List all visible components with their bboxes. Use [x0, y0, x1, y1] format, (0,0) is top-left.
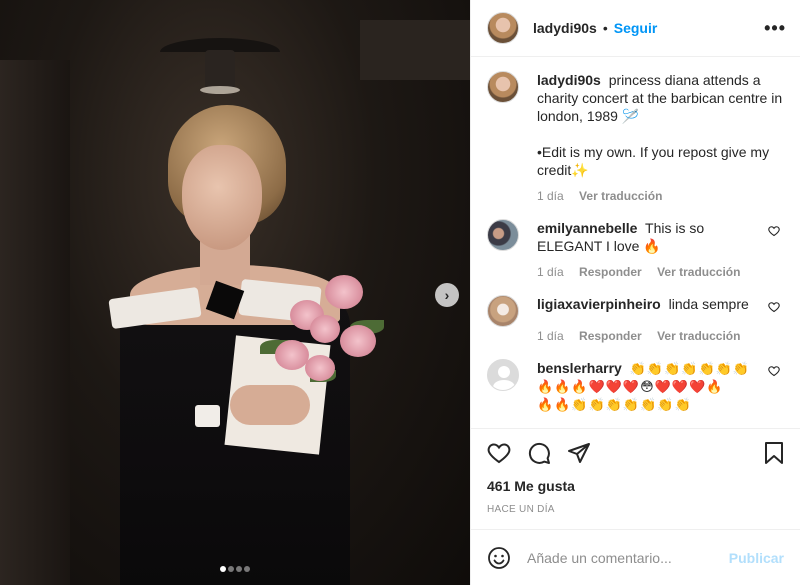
share-paper-plane-icon[interactable]: [565, 439, 593, 467]
comment-username[interactable]: benslerharry: [537, 360, 622, 376]
photo-background-wall: [0, 60, 70, 585]
more-options-icon[interactable]: •••: [764, 18, 786, 39]
comment-age: 1 día: [537, 329, 564, 343]
author-username[interactable]: ladydi90s: [533, 20, 597, 36]
post-photo[interactable]: ›: [0, 0, 470, 585]
post-sidebar: ladydi90s • Seguir ••• ladydi90s princes…: [470, 0, 800, 585]
caption-avatar[interactable]: [487, 71, 519, 103]
comment-avatar[interactable]: [487, 359, 519, 391]
caption-age: 1 día: [537, 189, 564, 203]
comment-text-line-3: 🔥🔥👏👏👏👏👏👏👏: [537, 397, 692, 412]
comment-item: emilyannebelle This is so ELEGANT I love…: [487, 219, 784, 281]
carousel-indicator: [0, 559, 470, 575]
comment-text: linda sempre: [668, 296, 749, 312]
comment-translate-link[interactable]: Ver traducción: [657, 265, 740, 279]
comment-reply-link[interactable]: Responder: [579, 265, 642, 279]
save-bookmark-icon[interactable]: [760, 439, 788, 467]
separator-dot: •: [602, 20, 608, 36]
comment-composer: Publicar: [471, 529, 800, 585]
caption-credit-text: •Edit is my own. If you repost give my c…: [537, 144, 770, 178]
comment-like-heart-icon[interactable]: [768, 219, 784, 281]
post-header: ladydi90s • Seguir •••: [471, 0, 800, 57]
post-timestamp: HACE UN DÍA: [487, 504, 555, 515]
comment-item: benslerharry 👏👏👏👏👏👏👏 🔥🔥🔥❤️❤️❤️😳❤️❤️❤️🔥 🔥…: [487, 359, 784, 414]
carousel-dot: [228, 566, 234, 572]
comment-avatar[interactable]: [487, 295, 519, 327]
photo-ceiling-panel: [360, 20, 470, 80]
comment-meta: 1 día Responder Ver traducción: [537, 327, 768, 345]
comment-username[interactable]: emilyannebelle: [537, 220, 637, 236]
comment-item: ligiaxavierpinheiro linda sempre 1 día R…: [487, 295, 784, 345]
photo-bouquet: [250, 270, 390, 400]
comment-text-line-2: 🔥🔥🔥❤️❤️❤️😳❤️❤️❤️🔥: [537, 379, 724, 394]
publish-button[interactable]: Publicar: [729, 550, 784, 566]
likes-count[interactable]: 461 Me gusta: [471, 476, 800, 494]
carousel-dot: [236, 566, 242, 572]
caption-meta: 1 día Ver traducción: [537, 187, 784, 205]
comment-reply-link[interactable]: Responder: [579, 329, 642, 343]
caption-username[interactable]: ladydi90s: [537, 72, 601, 88]
carousel-next-button[interactable]: ›: [435, 283, 459, 307]
comment-meta: 1 día Responder Ver traducción: [537, 263, 768, 281]
comment-text: 👏👏👏👏👏👏👏: [629, 361, 751, 376]
comment-like-heart-icon[interactable]: [768, 359, 784, 414]
post-actions-bar: [471, 428, 800, 476]
author-avatar[interactable]: [487, 12, 519, 44]
caption: ladydi90s princess diana attends a chari…: [487, 71, 784, 205]
comment-avatar[interactable]: [487, 219, 519, 251]
comment-input[interactable]: [527, 549, 729, 566]
carousel-dot: [244, 566, 250, 572]
photo-ceiling-lamp: [160, 20, 280, 94]
comment-bubble-icon[interactable]: [525, 439, 553, 467]
comment-like-heart-icon[interactable]: [768, 295, 784, 345]
photo-subject: [108, 105, 410, 585]
instagram-post: › ladydi90s • Seguir ••• ladydi90s princ…: [0, 0, 800, 585]
comments-list[interactable]: ladydi90s princess diana attends a chari…: [471, 57, 800, 428]
caption-translate-link[interactable]: Ver traducción: [579, 189, 662, 203]
comment-username[interactable]: ligiaxavierpinheiro: [537, 296, 661, 312]
carousel-dot: [220, 566, 226, 572]
comment-age: 1 día: [537, 265, 564, 279]
follow-button[interactable]: Seguir: [614, 20, 658, 36]
emoji-smiley-icon[interactable]: [487, 546, 511, 570]
comment-translate-link[interactable]: Ver traducción: [657, 329, 740, 343]
like-heart-icon[interactable]: [485, 439, 513, 467]
